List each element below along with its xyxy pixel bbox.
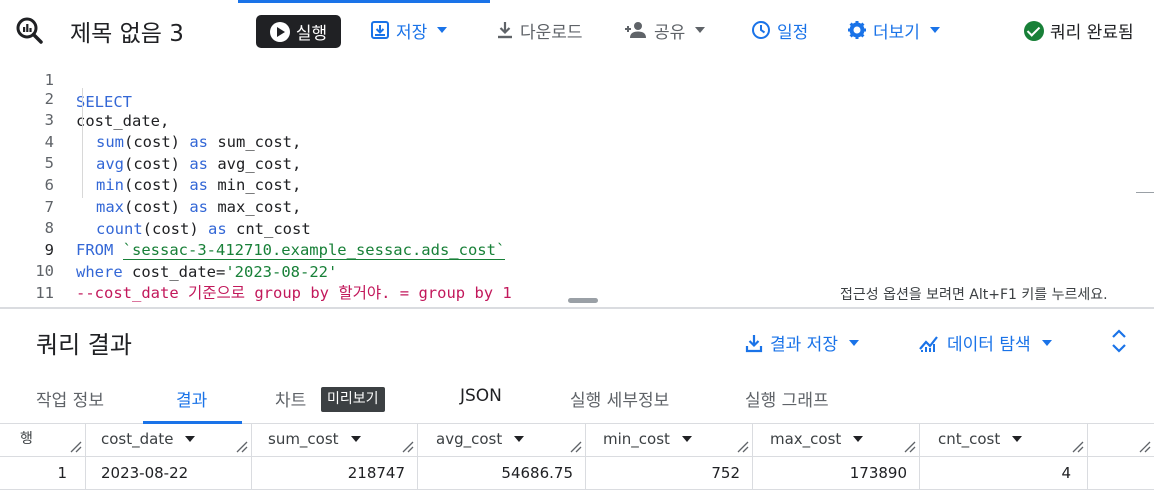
run-button-label: 실행 (295, 24, 328, 44)
code-line-10[interactable]: 10 --cost_date 기준으로 group by 할거야. = grou… (0, 238, 1154, 302)
column-resize-icon[interactable] (570, 441, 582, 453)
code-line-4[interactable]: 4 avg(cost) as avg_cost, (0, 109, 1154, 173)
table-cell[interactable]: 54686.75 (418, 457, 586, 490)
share-label: 공유 (654, 22, 686, 43)
code-line-11[interactable]: 11 group by 1 (0, 260, 1154, 308)
schedule-button[interactable]: 일정 (751, 18, 809, 43)
code-line-7[interactable]: 7 count(cost) as cnt_cost (0, 174, 1154, 238)
save-button[interactable]: 저장 (370, 18, 448, 43)
chevron-down-icon (437, 27, 448, 33)
table-cell[interactable]: 173890 (753, 457, 920, 490)
sort-caret-icon (350, 436, 361, 442)
column-header-cost-date[interactable]: cost_date (86, 424, 252, 457)
sort-caret-icon (185, 436, 196, 442)
code-line-6[interactable]: 6 max(cost) as max_cost, (0, 152, 1154, 216)
column-header-cnt-cost[interactable]: cnt_cost (920, 424, 1088, 457)
more-label: 더보기 (873, 22, 920, 43)
save-results-label: 결과 저장 (770, 335, 838, 355)
sort-caret-icon (853, 436, 864, 442)
column-resize-icon[interactable] (70, 441, 82, 453)
sort-caret-icon (514, 436, 525, 442)
play-icon (269, 21, 290, 42)
tab-results[interactable]: 결과 (176, 386, 207, 411)
check-circle-icon (1024, 20, 1044, 41)
download-label: 다운로드 (520, 22, 583, 43)
code-line-5[interactable]: 5 min(cost) as min_cost, (0, 130, 1154, 194)
results-tabs: 작업 정보 결과 차트 JSON 실행 세부정보 실행 그래프 (0, 372, 1154, 424)
overview-ruler-marker (1136, 192, 1154, 193)
gear-icon (848, 21, 866, 39)
column-header-min-cost[interactable]: min_cost (586, 424, 753, 457)
save-results-button[interactable]: 결과 저장 (745, 330, 859, 355)
share-button[interactable]: 공유 (624, 18, 706, 43)
code-line-9[interactable]: 9 where cost_date='2023-08-22' (0, 217, 1154, 281)
download-icon (498, 22, 512, 39)
column-header-sum-cost[interactable]: sum_cost (252, 424, 418, 457)
indent-guide (82, 88, 83, 198)
code-line-2[interactable]: 2 cost_date, (0, 66, 1154, 130)
tab-job-info[interactable]: 작업 정보 (36, 386, 104, 411)
code-line-8[interactable]: 8 FROM `sessac-3-412710.example_sessac.a… (0, 195, 1154, 260)
accessibility-hint: 접근성 옵션을 보려면 Alt+F1 키를 누르세요. (840, 287, 1108, 303)
active-tab-accent (238, 0, 490, 3)
tab-execution-details[interactable]: 실행 세부정보 (570, 386, 669, 411)
schedule-clock-icon (752, 21, 770, 39)
table-cell[interactable]: 218747 (252, 457, 418, 490)
chart-explore-icon (919, 335, 938, 352)
column-resize-icon[interactable] (236, 441, 248, 453)
explore-data-label: 데이터 탐색 (947, 335, 1031, 355)
column-header-avg-cost[interactable]: avg_cost (418, 424, 586, 457)
column-resize-icon[interactable] (402, 441, 414, 453)
table-cell[interactable]: 2023-08-22 (86, 457, 252, 490)
save-icon (371, 21, 389, 39)
sort-caret-icon (1012, 436, 1023, 442)
share-person-icon (625, 22, 646, 38)
sql-editor[interactable]: 1 SELECT 2 cost_date, 3 sum(cost) as sum… (0, 44, 1154, 308)
panel-divider (0, 307, 1154, 309)
sort-caret-icon (681, 436, 692, 442)
query-status: 쿼리 완료됨 (1024, 18, 1134, 43)
table-cell-filler (1088, 457, 1154, 490)
results-table: 행 cost_date sum_cost avg_cost min_cost m… (0, 424, 1154, 504)
row-number-header: 행 (0, 424, 86, 457)
table-cell[interactable]: 4 (920, 457, 1088, 490)
download-results-icon (745, 334, 763, 352)
panel-resize-handle[interactable] (568, 298, 598, 303)
column-resize-icon[interactable] (737, 441, 749, 453)
tab-execution-graph[interactable]: 실행 그래프 (745, 386, 829, 411)
table-cell[interactable]: 752 (586, 457, 753, 490)
tab-chart[interactable]: 차트 (275, 386, 306, 411)
chevron-down-icon (929, 27, 940, 33)
row-number-cell: 1 (0, 457, 86, 490)
explore-data-button[interactable]: 데이터 탐색 (918, 330, 1052, 355)
column-resize-icon[interactable] (904, 441, 916, 453)
download-button[interactable]: 다운로드 (496, 18, 583, 43)
query-logo-icon (16, 17, 43, 44)
more-button[interactable]: 더보기 (847, 18, 940, 43)
preview-badge: 미리보기 (321, 387, 385, 412)
column-resize-icon[interactable] (1139, 441, 1151, 453)
column-header-filler (1088, 424, 1154, 457)
editor-viewport: 1 SELECT 2 cost_date, 3 sum(cost) as sum… (0, 60, 1154, 308)
query-title[interactable]: 제목 없음 3 (70, 14, 184, 48)
results-title: 쿼리 결과 (36, 331, 132, 359)
code-line-3[interactable]: 3 sum(cost) as sum_cost, (0, 87, 1154, 151)
tab-json[interactable]: JSON (460, 386, 502, 406)
save-label: 저장 (396, 22, 428, 43)
chevron-down-icon (695, 27, 706, 33)
status-label: 쿼리 완료됨 (1050, 23, 1134, 43)
schedule-label: 일정 (777, 22, 809, 43)
chevron-down-icon (1041, 339, 1052, 346)
chevron-down-icon (848, 339, 859, 346)
column-header-max-cost[interactable]: max_cost (753, 424, 920, 457)
expand-collapse-icon[interactable] (1108, 329, 1130, 353)
column-resize-icon[interactable] (1072, 441, 1084, 453)
